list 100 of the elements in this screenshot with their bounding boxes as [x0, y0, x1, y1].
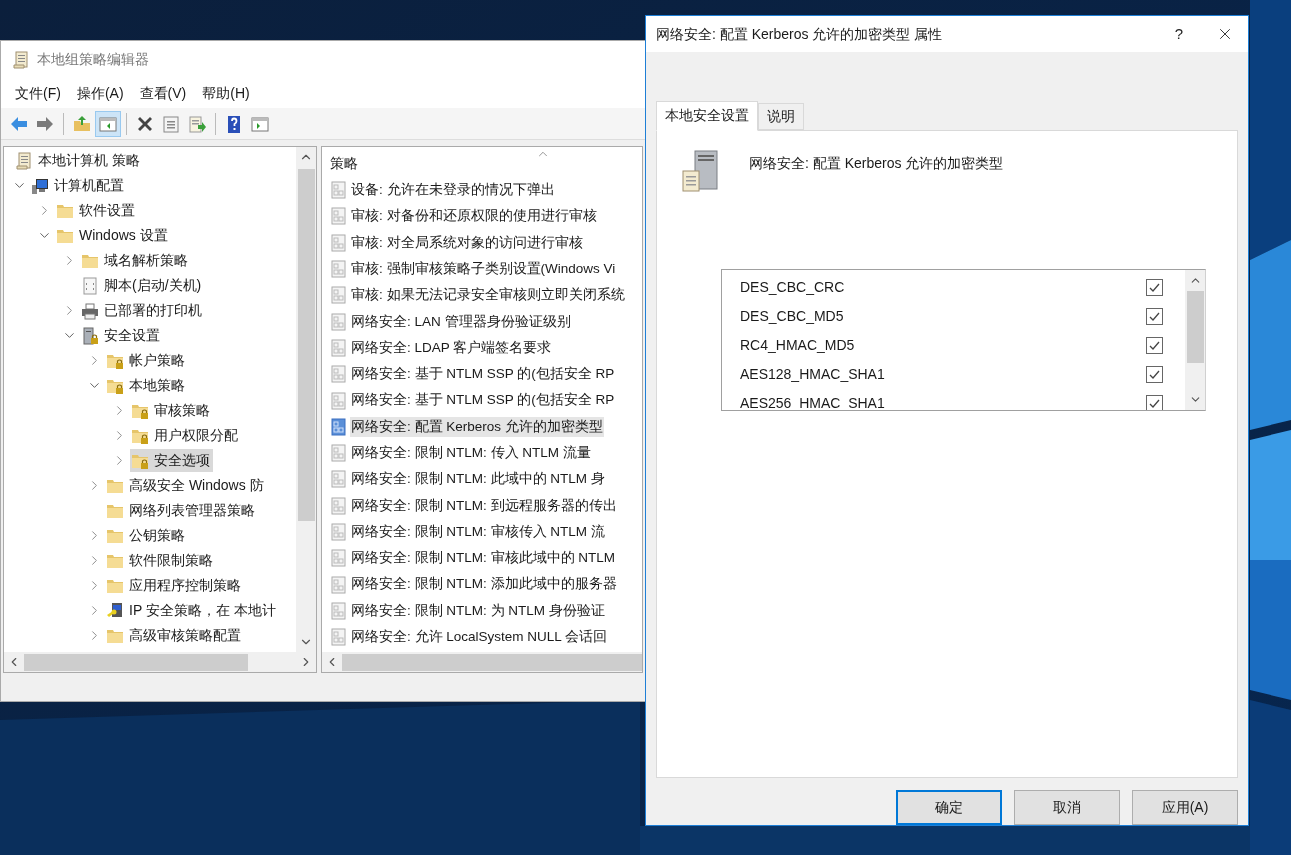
encryption-type-label: DES_CBC_CRC	[740, 277, 845, 297]
policy-item[interactable]: 网络安全: 限制 NTLM: 添加此域中的服务器	[350, 574, 618, 595]
menu-item[interactable]: 操作(A)	[68, 82, 132, 104]
checkbox[interactable]	[1146, 394, 1163, 410]
policy-item[interactable]: 网络安全: 允许 LocalSystem NULL 会话回	[350, 627, 609, 648]
tree-item[interactable]: 本地计算机 策略	[14, 149, 143, 172]
policy-icon	[330, 523, 348, 541]
tree-item-label: 应用程序控制策略	[129, 576, 241, 595]
tab[interactable]: 说明	[758, 102, 804, 130]
checkbox[interactable]	[1146, 365, 1163, 383]
tree-item[interactable]: 脚本(启动/关机)	[80, 274, 205, 297]
scroll-icon	[14, 150, 34, 171]
policy-icon	[330, 312, 348, 331]
dialog-button[interactable]: 确定	[896, 790, 1002, 825]
policy-heading: 网络安全: 配置 Kerberos 允许的加密类型	[749, 153, 1004, 173]
policy-icon	[330, 391, 348, 410]
policy-item[interactable]: 网络安全: 限制 NTLM: 审核传入 NTLM 流	[350, 521, 606, 543]
printer-icon	[80, 300, 100, 321]
policy-icon	[330, 628, 348, 647]
window-title: 本地组策略编辑器	[37, 50, 149, 69]
tree-item[interactable]: 软件限制策略	[105, 549, 216, 572]
encryption-type-label: RC4_HMAC_MD5	[740, 335, 855, 355]
tree-item-label: 安全设置	[104, 326, 160, 345]
policy-icon	[330, 338, 348, 357]
tree-item-label: 域名解析策略	[104, 251, 188, 270]
policy-icon	[330, 233, 348, 252]
horizontal-scrollbar[interactable]	[322, 652, 642, 672]
menu-item[interactable]: 文件(F)	[7, 82, 69, 104]
policy-icon	[330, 470, 348, 489]
tree-item[interactable]: 审核策略	[130, 399, 213, 422]
dialog-title: 网络安全: 配置 Kerberos 允许的加密类型 属性	[656, 24, 944, 44]
policy-item[interactable]: 网络安全: 限制 NTLM: 审核此域中的 NTLM	[350, 548, 616, 569]
tree-item[interactable]: 网络列表管理器策略	[105, 499, 258, 522]
tree-item-label: IP 安全策略，在 本地计	[129, 601, 276, 620]
tree-item-label: 本地计算机 策略	[38, 151, 140, 170]
tree-item-label: 安全选项	[154, 451, 210, 470]
folder-up-icon[interactable]	[72, 113, 92, 134]
policy-item[interactable]: 网络安全: LDAP 客户端签名要求	[350, 337, 553, 359]
checkbox[interactable]	[1146, 336, 1163, 354]
tree-item[interactable]: 用户权限分配	[130, 424, 241, 447]
help-button[interactable]: ?	[1156, 16, 1202, 52]
policy-item[interactable]: 网络安全: 基于 NTLM SSP 的(包括安全 RP	[350, 390, 616, 411]
tree-item[interactable]: 计算机配置	[30, 174, 127, 197]
encryption-type-label: AES128_HMAC_SHA1	[740, 364, 885, 384]
tree-item-label: 审核策略	[154, 401, 210, 420]
tree-item[interactable]: 高级审核策略配置	[105, 624, 244, 647]
policy-item[interactable]: 网络安全: 限制 NTLM: 此域中的 NTLM 身	[350, 469, 606, 490]
tree-item-label: 软件限制策略	[129, 551, 213, 570]
tree-item-label: Windows 设置	[79, 226, 168, 245]
policy-item[interactable]: 网络安全: 基于 NTLM SSP 的(包括安全 RP	[350, 364, 616, 385]
tree-item[interactable]: IP 安全策略，在 本地计	[105, 599, 279, 622]
tree-item-label: 软件设置	[79, 201, 135, 220]
policy-item[interactable]: 网络安全: 限制 NTLM: 为 NTLM 身份验证	[350, 600, 606, 621]
dialog-button[interactable]: 取消	[1014, 790, 1120, 825]
horizontal-scrollbar[interactable]	[4, 652, 316, 672]
policy-icon	[330, 286, 348, 305]
tree-item[interactable]: Windows 设置	[55, 224, 171, 247]
menu-item[interactable]: 帮助(H)	[194, 82, 258, 104]
policy-item[interactable]: 审核: 如果无法记录安全审核则立即关闭系统	[350, 285, 626, 306]
tree-item[interactable]: 高级安全 Windows 防	[105, 474, 267, 497]
dialog-button[interactable]: 应用(A)	[1132, 790, 1238, 825]
vertical-scrollbar[interactable]	[296, 147, 316, 652]
encryption-type-label: AES256_HMAC_SHA1	[740, 393, 885, 410]
tree-item-label: 脚本(启动/关机)	[104, 276, 202, 295]
tab[interactable]: 本地安全设置	[656, 100, 758, 131]
policy-item[interactable]: 网络安全: 限制 NTLM: 传入 NTLM 流量	[350, 443, 592, 464]
tree-item-label: 本地策略	[129, 376, 185, 395]
column-header[interactable]: 策略	[330, 153, 358, 174]
properties-icon[interactable]	[161, 113, 181, 134]
tree-item-label: 高级安全 Windows 防	[129, 476, 264, 495]
vertical-scrollbar[interactable]	[1185, 269, 1205, 410]
tree-item[interactable]: 安全设置	[80, 324, 163, 347]
policy-icon	[330, 365, 348, 384]
policy-icon	[330, 207, 348, 226]
policy-item[interactable]: 网络安全: 限制 NTLM: 到远程服务器的传出	[350, 495, 618, 516]
server-icon	[681, 148, 721, 193]
policy-icon	[330, 601, 348, 620]
tree-item[interactable]: 软件设置	[55, 199, 138, 222]
tree-item[interactable]: 公钥策略	[105, 524, 188, 547]
policy-icon	[330, 444, 348, 463]
menu-item[interactable]: 查看(V)	[131, 82, 195, 104]
tree-item[interactable]: 帐户策略	[105, 349, 188, 372]
tree-item-label: 帐户策略	[129, 351, 185, 370]
tree-item[interactable]: 应用程序控制策略	[105, 574, 244, 597]
policy-item[interactable]: 审核: 强制审核策略子类别设置(Windows Vi	[350, 258, 617, 280]
checkbox[interactable]	[1146, 278, 1163, 296]
tree-item-label: 已部署的打印机	[104, 301, 202, 320]
tree-item-label: 网络列表管理器策略	[129, 501, 255, 520]
checkbox[interactable]	[1146, 307, 1163, 325]
tree-item[interactable]: 安全选项	[130, 449, 213, 472]
policy-item[interactable]: 网络安全: LAN 管理器身份验证级别	[350, 311, 572, 332]
tree-item-label: 计算机配置	[54, 176, 124, 195]
policy-item[interactable]: 审核: 对全局系统对象的访问进行审核	[350, 232, 584, 253]
tree-item[interactable]: 已部署的打印机	[80, 299, 205, 322]
policy-item[interactable]: 审核: 对备份和还原权限的使用进行审核	[350, 206, 598, 227]
policy-item[interactable]: 网络安全: 配置 Kerberos 允许的加密类型	[350, 416, 604, 437]
tree-item[interactable]: 本地策略	[105, 374, 188, 397]
policy-item[interactable]: 设备: 允许在未登录的情况下弹出	[350, 180, 556, 201]
export-list-icon[interactable]	[187, 113, 207, 134]
tree-item[interactable]: 域名解析策略	[80, 249, 191, 272]
